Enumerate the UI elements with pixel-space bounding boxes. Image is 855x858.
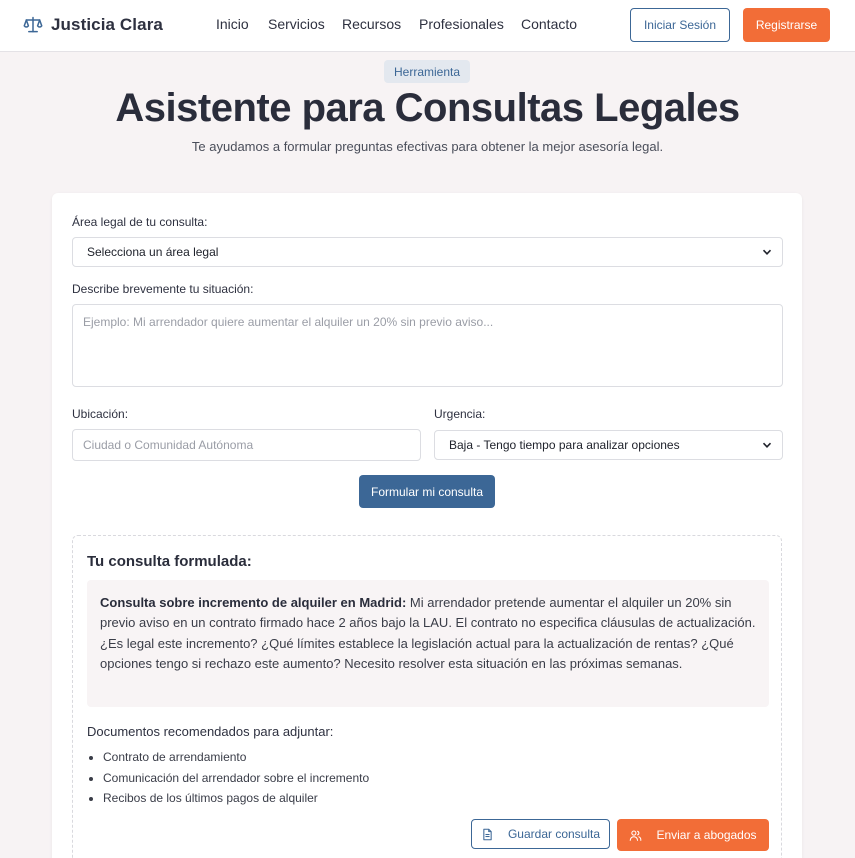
send-to-lawyers-button[interactable]: Enviar a abogados — [617, 819, 769, 851]
list-item: Comunicación del arrendador sobre el inc… — [87, 768, 369, 789]
area-label: Área legal de tu consulta: — [72, 215, 208, 229]
formulated-query-panel: Tu consulta formulada: Consulta sobre in… — [72, 535, 782, 858]
brand-logo[interactable]: Justicia Clara — [23, 14, 163, 36]
nav-profesionales[interactable]: Profesionales — [419, 16, 504, 32]
urgency-select[interactable]: Baja - Tengo tiempo para analizar opcion… — [434, 430, 783, 460]
page-subtitle: Te ayudamos a formular preguntas efectiv… — [191, 139, 664, 154]
situation-textarea[interactable] — [72, 304, 783, 387]
location-input[interactable] — [72, 429, 421, 461]
formulate-button[interactable]: Formular mi consulta — [359, 475, 495, 508]
query-heading: Consulta sobre incremento de alquiler en… — [100, 595, 407, 610]
nav-contacto[interactable]: Contacto — [521, 16, 577, 32]
send-to-lawyers-label: Enviar a abogados — [656, 828, 757, 842]
save-query-button[interactable]: Guardar consulta — [471, 819, 610, 849]
scales-icon — [23, 16, 43, 33]
docs-list: Contrato de arrendamiento Comunicación d… — [87, 747, 369, 809]
location-label: Ubicación: — [72, 407, 129, 421]
chevron-down-icon — [762, 249, 772, 255]
situation-label: Describe brevemente tu situación: — [72, 282, 254, 296]
nav-recursos[interactable]: Recursos — [342, 16, 401, 32]
brand-name: Justicia Clara — [51, 15, 163, 34]
tool-badge: Herramienta — [384, 60, 470, 83]
chevron-down-icon — [762, 442, 772, 448]
nav-servicios[interactable]: Servicios — [268, 16, 325, 32]
query-text-box: Consulta sobre incremento de alquiler en… — [87, 580, 769, 707]
list-item: Contrato de arrendamiento — [87, 747, 369, 768]
register-button[interactable]: Registrarse — [743, 8, 830, 42]
urgency-label: Urgencia: — [434, 407, 486, 421]
page-title: Asistente para Consultas Legales — [115, 86, 740, 130]
login-button[interactable]: Iniciar Sesión — [630, 8, 730, 42]
nav-inicio[interactable]: Inicio — [216, 16, 249, 32]
users-icon — [630, 830, 642, 841]
consultation-form-card: Área legal de tu consulta: Selecciona un… — [52, 193, 802, 858]
area-select-value: Selecciona un área legal — [87, 245, 219, 259]
list-item: Recibos de los últimos pagos de alquiler — [87, 788, 369, 809]
docs-title: Documentos recomendados para adjuntar: — [87, 724, 334, 739]
site-header: Justicia Clara Inicio Servicios Recursos… — [0, 0, 855, 52]
area-select[interactable]: Selecciona un área legal — [72, 237, 783, 267]
result-title: Tu consulta formulada: — [87, 553, 252, 570]
urgency-select-value: Baja - Tengo tiempo para analizar opcion… — [449, 438, 680, 452]
save-query-label: Guardar consulta — [507, 827, 601, 841]
document-icon — [483, 828, 492, 840]
